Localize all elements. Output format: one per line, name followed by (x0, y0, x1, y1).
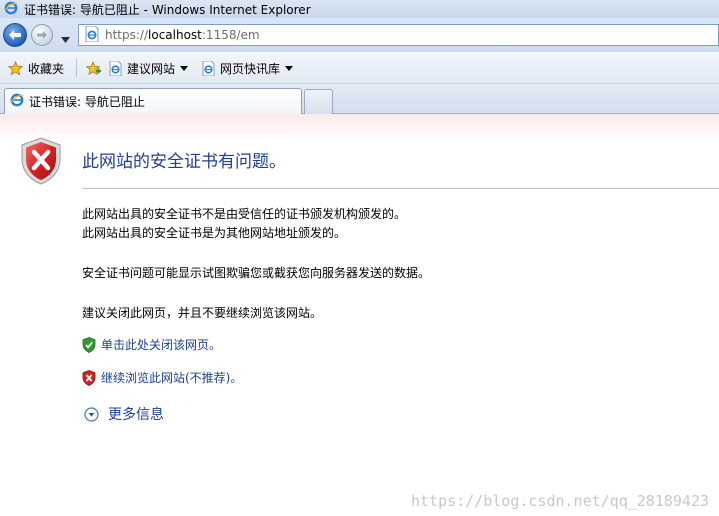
chevron-down-icon (180, 65, 189, 71)
ie-logo-icon (4, 1, 18, 18)
forward-button[interactable] (31, 24, 53, 46)
continue-to-website-link[interactable]: 继续浏览此网站(不推荐)。 (82, 369, 242, 386)
paragraph-address-mismatch: 此网站出具的安全证书是为其他网站地址颁发的。 (82, 226, 347, 240)
window-title-bar: 证书错误: 导航已阻止 - Windows Internet Explorer (0, 0, 719, 18)
address-url[interactable]: https://localhost:1158/em (105, 28, 260, 42)
page-ie-icon (85, 25, 99, 45)
ie-logo-icon (10, 93, 24, 110)
more-information-label[interactable]: 更多信息 (108, 404, 164, 424)
tab-label: 证书错误: 导航已阻止 (29, 95, 145, 109)
add-to-favorites-bar-button[interactable] (85, 58, 102, 78)
page-content: 此网站的安全证书有问题。 此网站出具的安全证书不是由受信任的证书颁发机构颁发的。… (0, 114, 719, 516)
expand-circle-chevron-icon (84, 406, 99, 422)
ie-page-icon (109, 60, 122, 76)
new-tab-button[interactable] (304, 89, 333, 114)
paragraph-untrusted-ca: 此网站出具的安全证书不是由受信任的证书颁发机构颁发的。 (82, 207, 407, 221)
recent-pages-dropdown[interactable] (61, 32, 70, 46)
green-shield-check-icon (82, 336, 96, 353)
fav-item-label: 网页快讯库 (220, 61, 281, 76)
chevron-down-icon (285, 65, 294, 71)
continue-link-label[interactable]: 继续浏览此网站(不推荐)。 (101, 369, 242, 386)
navigation-bar: https://localhost:1158/em (0, 18, 719, 52)
favorites-bar: 收藏夹 建议网站 网页快讯库 (0, 52, 719, 84)
fav-item-suggested-sites[interactable]: 建议网站 (109, 58, 189, 78)
paragraph-recommendation: 建议关闭此网页，并且不要继续浏览该网站。 (82, 306, 323, 320)
forward-arrow-icon (37, 31, 47, 39)
watermark-text: https://blog.csdn.net/qq_28189423 (410, 492, 709, 510)
paragraph-risk-warning: 安全证书问题可能显示试图欺骗您或截获您向服务器发送的数据。 (82, 266, 431, 280)
tab-certificate-error[interactable]: 证书错误: 导航已阻止 (4, 88, 302, 114)
chevron-down-icon (61, 37, 70, 43)
close-page-link-label[interactable]: 单击此处关闭该网页。 (101, 336, 221, 353)
address-bar[interactable]: https://localhost:1158/em (78, 24, 719, 46)
fav-item-web-slice-gallery[interactable]: 网页快讯库 (202, 58, 294, 78)
tab-strip: 证书错误: 导航已阻止 (0, 84, 719, 114)
heading-divider (82, 188, 719, 189)
url-prefix: https:// (105, 28, 149, 42)
more-information-toggle[interactable]: 更多信息 (84, 404, 164, 424)
back-button[interactable] (3, 23, 27, 47)
favorites-divider (76, 59, 77, 77)
red-shield-x-icon (82, 369, 96, 386)
url-host: localhost (148, 28, 202, 42)
close-page-link[interactable]: 单击此处关闭该网页。 (82, 336, 221, 353)
window-title: 证书错误: 导航已阻止 - Windows Internet Explorer (24, 2, 311, 17)
url-rest: :1158/em (201, 28, 260, 42)
favorites-button[interactable]: 收藏夹 (8, 58, 64, 78)
page-title: 此网站的安全证书有问题。 (82, 152, 286, 172)
favorites-label: 收藏夹 (28, 61, 65, 76)
back-arrow-icon (9, 30, 21, 40)
add-favorite-star-icon (85, 60, 101, 75)
star-icon (8, 60, 23, 75)
security-error-shield-icon (21, 137, 61, 185)
fav-item-label: 建议网站 (127, 61, 176, 76)
ie-page-icon (202, 60, 215, 76)
